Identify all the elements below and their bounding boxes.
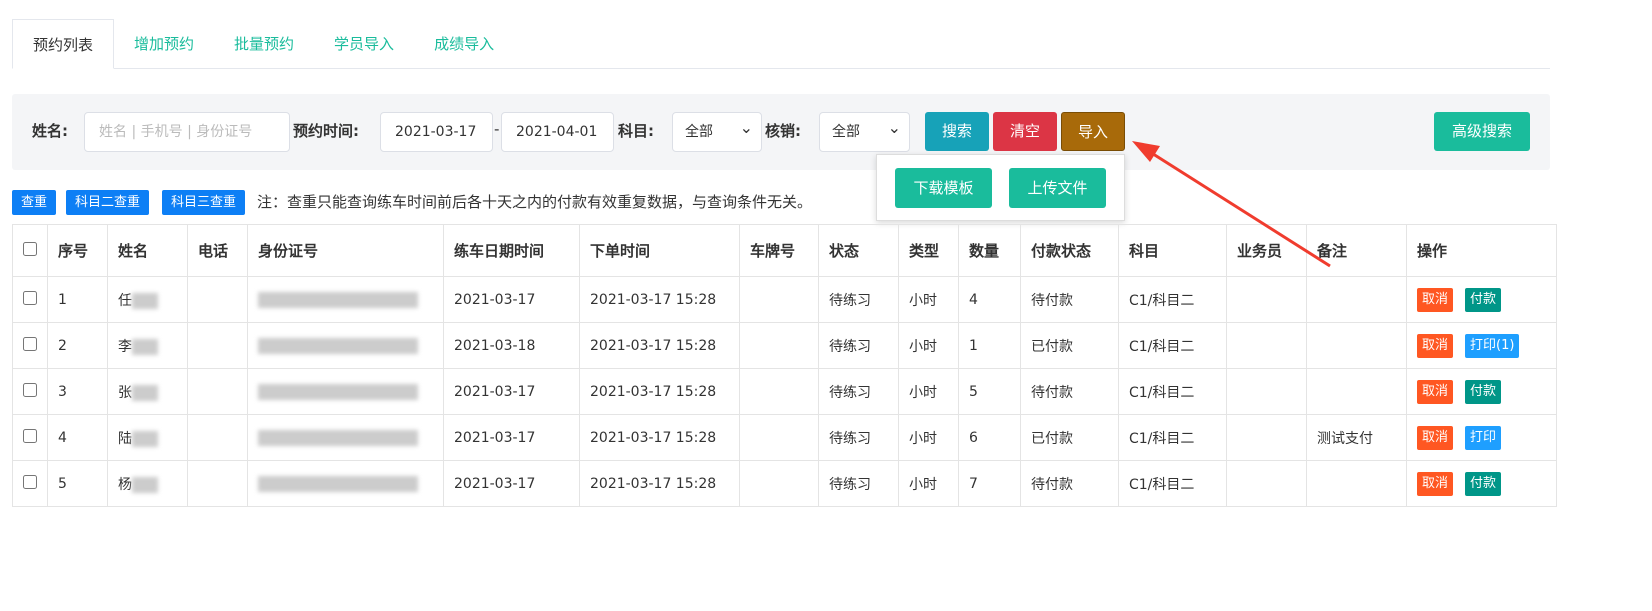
annotation-arrow — [1132, 141, 1331, 268]
